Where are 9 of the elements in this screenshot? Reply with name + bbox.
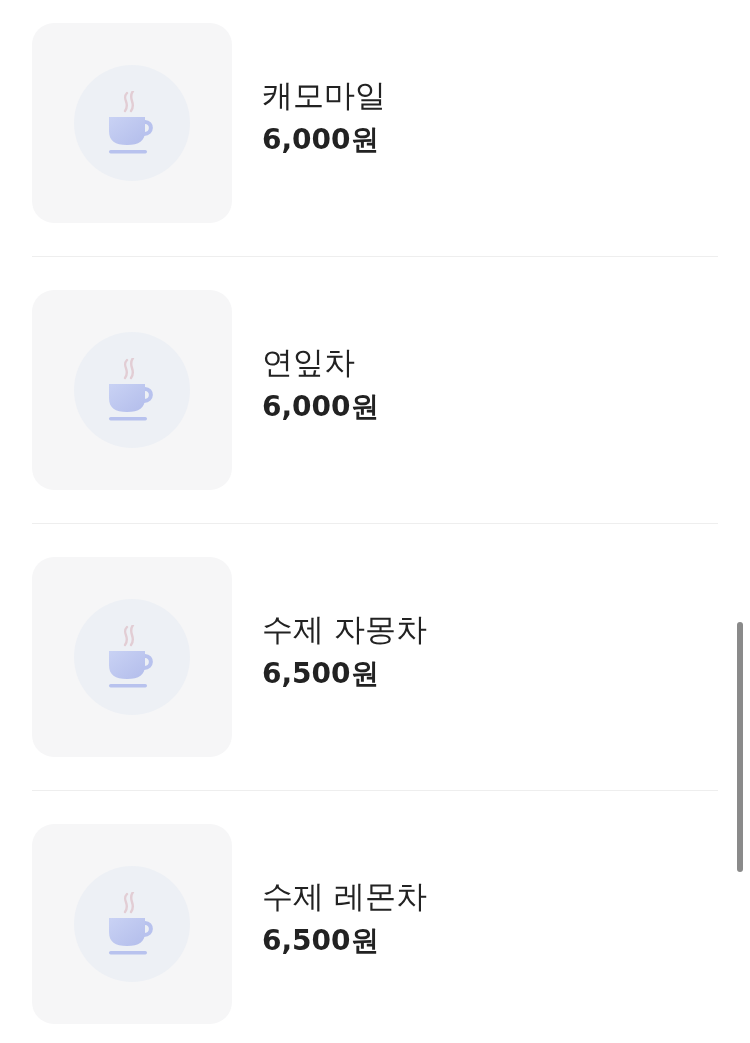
product-price: 6,500원 — [262, 656, 380, 692]
product-price: 6,500원 — [262, 923, 380, 959]
product-name: 수제 레몬차 — [262, 877, 427, 916]
product-name: 수제 자몽차 — [262, 610, 427, 649]
product-name: 캐모마일 — [262, 76, 386, 115]
product-price: 6,000원 — [262, 122, 380, 158]
product-price: 6,000원 — [262, 389, 379, 425]
product-name: 연잎차 — [262, 343, 356, 382]
scrollbar[interactable] — [737, 622, 743, 872]
